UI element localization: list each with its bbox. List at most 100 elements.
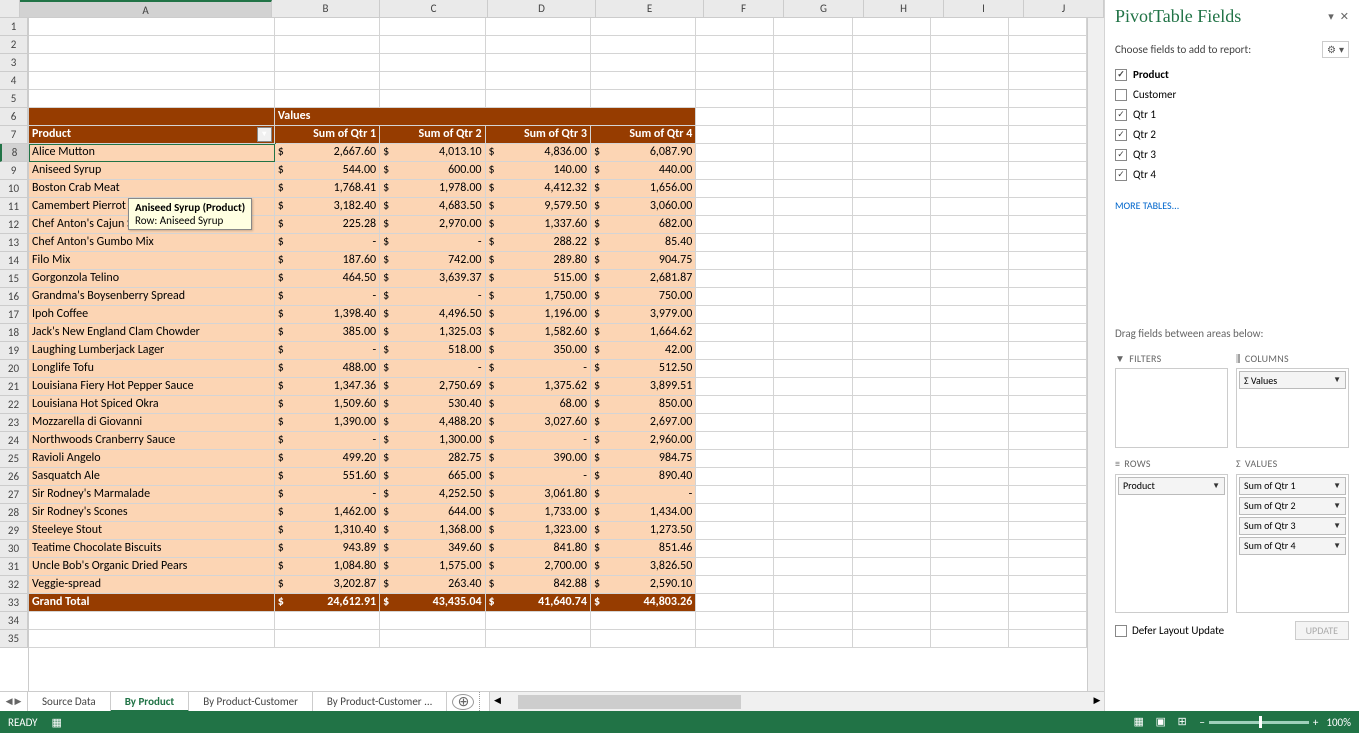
field-list-options-button[interactable]: ⚙▾ [1322,41,1349,58]
pivot-value-8-0[interactable]: $- [275,288,380,306]
pivot-value-13-0[interactable]: $1,347.36 [275,378,380,396]
grid-cell[interactable] [275,90,380,108]
pivot-value-15-3[interactable]: $2,697.00 [591,414,696,432]
grid-cell[interactable] [591,630,696,648]
grid-cell[interactable] [696,558,774,576]
pivot-value-5-1[interactable]: $- [380,234,485,252]
grid-cell[interactable] [774,558,852,576]
pivot-grand-total-3[interactable]: $44,803.26 [591,594,696,612]
row-header-2[interactable]: 2 [0,36,28,54]
grid-cell[interactable] [275,36,380,54]
pivot-value-8-2[interactable]: $1,750.00 [486,288,591,306]
grid-cell[interactable] [696,396,774,414]
grid-cell[interactable] [696,324,774,342]
grid-cell[interactable] [486,612,591,630]
grid-cell[interactable] [29,72,275,90]
row-header-35[interactable]: 35 [0,630,28,648]
pivot-value-3-1[interactable]: $4,683.50 [380,198,485,216]
grid-cell[interactable] [931,360,1009,378]
grid-cell[interactable] [1009,288,1087,306]
zoom-slider[interactable]: − + [1199,716,1318,729]
grid-cell[interactable] [1009,270,1087,288]
pivot-value-6-2[interactable]: $289.80 [486,252,591,270]
pivot-value-1-1[interactable]: $600.00 [380,162,485,180]
area-item[interactable]: Sum of Qtr 4▼ [1239,537,1346,555]
grid-cell[interactable] [774,306,852,324]
grid-cell[interactable] [931,126,1009,144]
grid-cell[interactable] [931,324,1009,342]
grid-cell[interactable] [1009,450,1087,468]
row-header-10[interactable]: 10 [0,180,28,198]
grid-cell[interactable] [774,252,852,270]
grid-cell[interactable] [853,468,931,486]
pivot-value-24-0[interactable]: $3,202.87 [275,576,380,594]
grid-cell[interactable] [591,612,696,630]
pivot-value-6-0[interactable]: $187.60 [275,252,380,270]
sheet-tab-3[interactable]: By Product-Customer ... [313,692,448,711]
pivot-value-7-3[interactable]: $2,681.87 [591,270,696,288]
pivot-value-24-2[interactable]: $842.88 [486,576,591,594]
row-filter-button[interactable]: ▾ [257,127,272,142]
grid-cell[interactable] [853,630,931,648]
grid-cell[interactable] [931,540,1009,558]
grid-cell[interactable] [591,72,696,90]
grid-cell[interactable] [853,594,931,612]
pivot-grand-total-2[interactable]: $41,640.74 [486,594,591,612]
row-header-1[interactable]: 1 [0,18,28,36]
grid-cell[interactable] [696,54,774,72]
grid-cell[interactable] [853,324,931,342]
column-header-E[interactable]: E [596,0,704,18]
grid-cell[interactable] [853,252,931,270]
pivot-value-10-0[interactable]: $385.00 [275,324,380,342]
pivot-value-5-0[interactable]: $- [275,234,380,252]
pivot-value-23-3[interactable]: $3,826.50 [591,558,696,576]
grid-cell[interactable] [853,486,931,504]
grid-cell[interactable] [774,522,852,540]
grid-cell[interactable] [696,504,774,522]
row-header-30[interactable]: 30 [0,540,28,558]
grid-cell[interactable] [774,630,852,648]
grid-cell[interactable] [696,450,774,468]
grid-cell[interactable] [696,198,774,216]
row-header-21[interactable]: 21 [0,378,28,396]
field-item-qtr-2[interactable]: ✓Qtr 2 [1115,126,1349,143]
grid-cell[interactable] [774,612,852,630]
pivot-value-4-0[interactable]: $225.28 [275,216,380,234]
pivot-value-23-0[interactable]: $1,084.80 [275,558,380,576]
pivot-value-2-1[interactable]: $1,978.00 [380,180,485,198]
grid-cell[interactable] [774,180,852,198]
grid-cell[interactable] [931,612,1009,630]
sheet-tab-0[interactable]: Source Data [28,692,111,711]
values-dropzone[interactable]: Sum of Qtr 1▼Sum of Qtr 2▼Sum of Qtr 3▼S… [1236,474,1349,614]
grid-cell[interactable] [853,36,931,54]
area-item[interactable]: Σ Values▼ [1239,371,1346,389]
pivot-value-22-3[interactable]: $851.46 [591,540,696,558]
grid-cell[interactable] [1009,36,1087,54]
pivot-value-14-3[interactable]: $850.00 [591,396,696,414]
grid-cell[interactable] [853,126,931,144]
grid-cell[interactable] [696,288,774,306]
normal-view-button[interactable]: ▦ [1133,715,1147,729]
pivot-value-18-2[interactable]: $- [486,468,591,486]
grid-cell[interactable] [853,576,931,594]
pivot-row-17[interactable]: Ravioli Angelo [29,450,275,468]
grid-cell[interactable] [486,36,591,54]
pivot-row-15[interactable]: Mozzarella di Giovanni [29,414,275,432]
pivot-value-0-0[interactable]: $2,667.60 [275,144,380,162]
row-header-15[interactable]: 15 [0,270,28,288]
pivot-value-18-3[interactable]: $890.40 [591,468,696,486]
grid-cell[interactable] [774,468,852,486]
grid-cell[interactable] [774,396,852,414]
pivot-value-15-2[interactable]: $3,027.60 [486,414,591,432]
grid-cell[interactable] [1009,180,1087,198]
grid-cell[interactable] [774,504,852,522]
row-header-22[interactable]: 22 [0,396,28,414]
grid-cell[interactable] [275,630,380,648]
grid-cell[interactable] [853,270,931,288]
pivot-row-20[interactable]: Sir Rodney's Scones [29,504,275,522]
grid-cell[interactable] [1009,216,1087,234]
pivot-value-2-2[interactable]: $4,412.32 [486,180,591,198]
row-header-24[interactable]: 24 [0,432,28,450]
new-sheet-button[interactable]: ⊕ [452,694,474,710]
pivot-value-2-3[interactable]: $1,656.00 [591,180,696,198]
